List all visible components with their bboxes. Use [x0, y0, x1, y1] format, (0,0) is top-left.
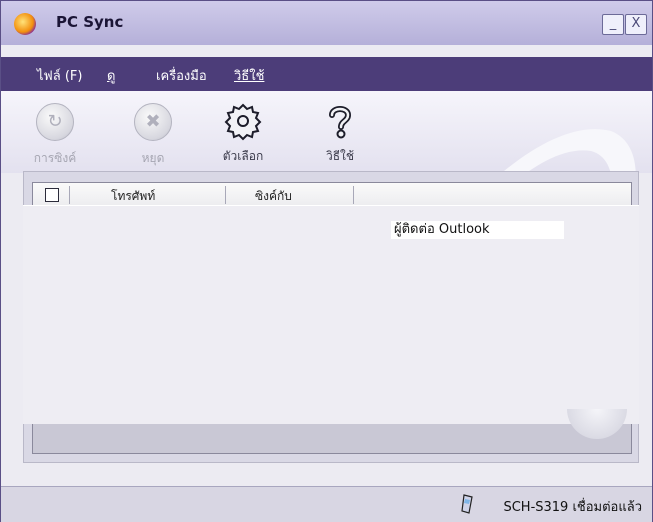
stop-label: หยุด [141, 151, 165, 165]
phone-connected-icon [461, 494, 473, 514]
menu-help[interactable]: วิธีใช้ [234, 65, 264, 86]
question-icon [320, 101, 360, 141]
help-label: วิธีใช้ [325, 149, 355, 163]
help-button[interactable]: วิธีใช้ [305, 101, 375, 166]
gear-icon [223, 101, 263, 141]
status-bar: SCH-S319 เชื่อมต่อแล้ว [1, 486, 652, 522]
close-button[interactable]: X [625, 14, 647, 35]
stop-icon: ✖ [133, 103, 173, 143]
column-separator [225, 186, 226, 204]
sync-button[interactable]: ↻ การซิงค์ [20, 101, 90, 168]
select-all-checkbox[interactable] [45, 188, 59, 202]
menu-view[interactable]: ดู [107, 65, 115, 86]
column-sync-with[interactable]: ซิงค์กับ [255, 187, 292, 206]
connection-status: SCH-S319 เชื่อมต่อแล้ว [503, 500, 642, 515]
menu-file[interactable]: ไฟล์ (F) [37, 65, 82, 86]
pc-sync-window: PC Sync _ X ไฟล์ (F) ดู เครื่องมือ วิธีใ… [0, 0, 653, 522]
menu-bar: ไฟล์ (F) ดู เครื่องมือ วิธีใช้ [1, 57, 652, 91]
title-bar[interactable]: PC Sync _ X [1, 1, 652, 45]
column-separator [69, 186, 70, 204]
menu-view-label: ดู [107, 69, 116, 84]
outlook-contacts-option[interactable]: ผู้ติดต่อ Outlook [391, 221, 564, 239]
app-logo-icon [14, 13, 36, 35]
sync-label: การซิงค์ [33, 151, 77, 165]
sync-target-dropdown: ผู้ติดต่อ Outlook [23, 205, 639, 424]
options-button[interactable]: ตัวเลือก [208, 101, 278, 166]
menu-tools[interactable]: เครื่องมือ [156, 65, 207, 86]
window-title: PC Sync [56, 13, 124, 31]
menu-help-label: วิธีใช้ [234, 69, 265, 84]
column-phone[interactable]: โทรศัพท์ [111, 187, 155, 206]
minimize-button[interactable]: _ [602, 14, 624, 35]
options-label: ตัวเลือก [222, 149, 264, 163]
sync-icon: ↻ [35, 103, 75, 143]
column-separator [353, 186, 354, 204]
stop-button[interactable]: ✖ หยุด [118, 101, 188, 168]
